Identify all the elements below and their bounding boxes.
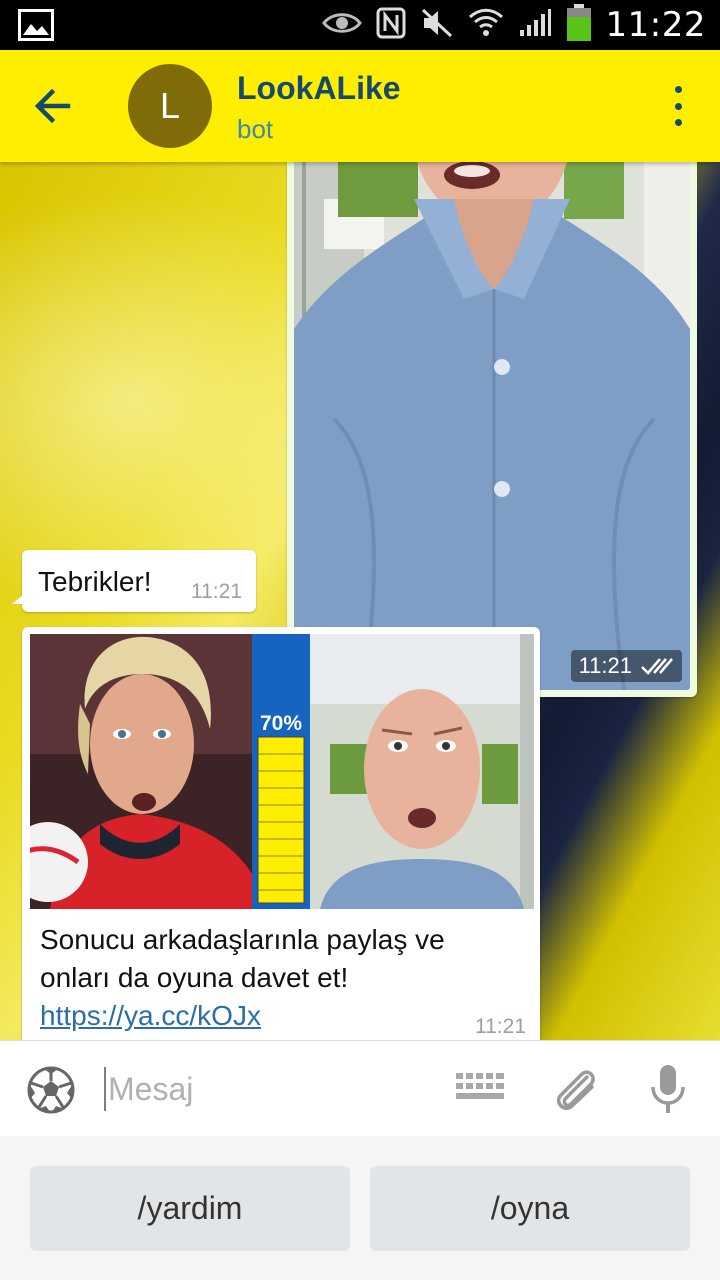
- chat-subtitle: bot: [237, 114, 274, 144]
- soccer-ball-icon: [27, 1066, 75, 1114]
- signal-icon: [518, 8, 552, 43]
- status-time: 11:22: [605, 5, 706, 45]
- message-text: Tebrikler!: [38, 566, 152, 597]
- bot-keyboard-button[interactable]: [454, 1069, 508, 1109]
- incoming-text-message[interactable]: Tebrikler! 11:21: [12, 550, 256, 612]
- bot-command-keyboard: /yardim /oyna: [0, 1136, 720, 1280]
- outgoing-photo-message[interactable]: 11:21: [287, 162, 697, 697]
- keyboard-icon: [456, 1073, 504, 1099]
- message-input-bar: [0, 1040, 720, 1136]
- photo-timestamp: 11:21: [570, 650, 682, 682]
- voice-message-button[interactable]: [648, 1063, 688, 1115]
- sent-photo[interactable]: 11:21: [294, 162, 690, 690]
- emoji-button[interactable]: [26, 1065, 76, 1115]
- result-image[interactable]: 70%: [30, 634, 534, 909]
- eye-icon: [321, 10, 362, 41]
- wifi-icon: [468, 7, 504, 44]
- chat-area[interactable]: 11:21 Tebrikler! 11:21 70% Sonucu arkada…: [0, 162, 720, 1040]
- incoming-result-message[interactable]: 70% Sonucu arkadaşlarınla paylaş ve onla…: [12, 627, 540, 1040]
- nfc-icon: [376, 7, 406, 44]
- dot-icon: [674, 86, 682, 93]
- chat-title[interactable]: LookALike: [237, 70, 401, 107]
- status-bar: 11:22: [0, 0, 720, 50]
- share-link[interactable]: https://ya.cc/kOJx: [40, 1000, 261, 1031]
- dot-icon: [674, 119, 682, 126]
- match-percent-label: 70%: [260, 712, 302, 735]
- back-button[interactable]: [30, 84, 78, 128]
- gallery-icon: [18, 9, 54, 46]
- photo-time: 11:21: [578, 653, 632, 678]
- bubble-tail: [12, 594, 24, 604]
- comparison-image: 70%: [30, 634, 534, 909]
- paperclip-icon: [556, 1070, 595, 1110]
- message-time: 11:21: [191, 580, 242, 603]
- arrow-left-icon: [34, 88, 71, 124]
- double-check-icon: [641, 658, 673, 675]
- caption-text: Sonucu arkadaşlarınla paylaş ve onları d…: [40, 924, 445, 993]
- battery-icon: [566, 3, 592, 47]
- message-input[interactable]: [104, 1067, 424, 1111]
- result-caption: Sonucu arkadaşlarınla paylaş ve onları d…: [40, 921, 520, 1035]
- command-button-yardim[interactable]: /yardim: [30, 1166, 350, 1250]
- avatar[interactable]: L: [128, 64, 212, 148]
- selfie-image: [294, 162, 690, 690]
- message-time: 11:21: [475, 1015, 526, 1038]
- attach-button[interactable]: [551, 1063, 601, 1115]
- more-menu-button[interactable]: [666, 86, 690, 126]
- microphone-icon: [651, 1065, 685, 1113]
- chat-header: L LookALike bot: [0, 50, 720, 162]
- mute-icon: [420, 7, 454, 44]
- command-button-oyna[interactable]: /oyna: [370, 1166, 690, 1250]
- dot-icon: [674, 102, 682, 110]
